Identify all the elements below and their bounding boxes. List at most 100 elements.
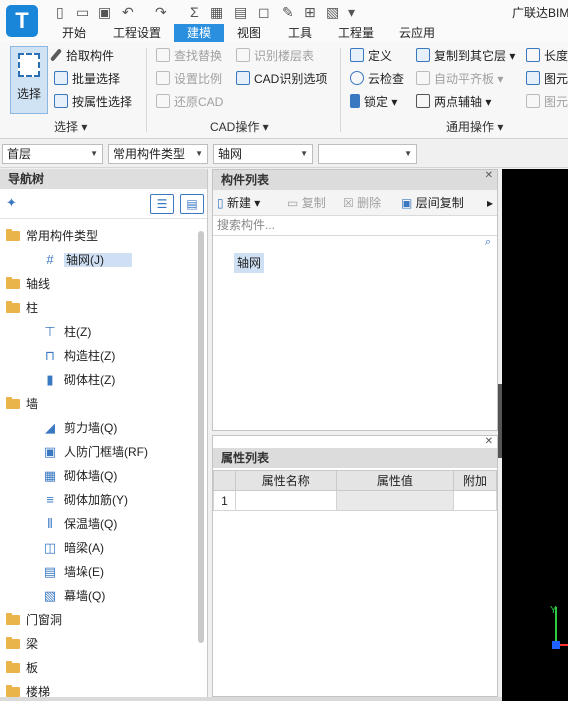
- length-button[interactable]: 长度: [526, 46, 568, 66]
- find-replace-button[interactable]: 查找替换: [156, 46, 222, 66]
- component-select[interactable]: 轴网 ▼: [213, 144, 313, 164]
- ruler-icon[interactable]: ◻: [258, 3, 270, 21]
- copy-to-other-floor-button[interactable]: 复制到其它层 ▾: [416, 46, 515, 66]
- tree-label: 砌体加筋(Y): [64, 493, 128, 507]
- tab-quantity[interactable]: 工程量: [332, 24, 380, 42]
- copy-icon: ▭: [287, 196, 299, 210]
- lock-button[interactable]: 锁定 ▾: [350, 92, 397, 112]
- export-icon[interactable]: ▧: [326, 3, 339, 21]
- floor-copy-button[interactable]: ▣ 层间复制: [401, 194, 464, 212]
- redo-icon[interactable]: ↷: [155, 3, 167, 21]
- floor-select[interactable]: 首层 ▼: [2, 144, 103, 164]
- tree-item[interactable]: ▣ 人防门框墙(RF): [42, 441, 148, 463]
- drawing-canvas[interactable]: Y: [502, 169, 568, 701]
- copy-button[interactable]: ▭ 复制: [287, 194, 326, 212]
- save-icon[interactable]: ▣: [98, 3, 111, 21]
- cad-options-button[interactable]: CAD识别选项: [236, 69, 327, 89]
- cloud-check-button[interactable]: 云检查: [350, 69, 404, 89]
- close-icon[interactable]: ✕: [485, 436, 493, 448]
- scale-icon: [156, 71, 170, 85]
- sparkle-icon[interactable]: ✦: [6, 195, 17, 211]
- table-cell[interactable]: [335, 490, 455, 511]
- element-filter-button[interactable]: 图元: [526, 92, 568, 112]
- component-icon: ▮: [46, 372, 54, 387]
- search-icon[interactable]: ⌕: [485, 236, 491, 249]
- tree-folder[interactable]: 轴线: [6, 273, 50, 295]
- element-button[interactable]: 图元: [526, 69, 568, 89]
- table-cell[interactable]: [453, 490, 497, 511]
- set-scale-button[interactable]: 设置比例: [156, 69, 222, 89]
- y-axis-label: Y: [550, 605, 557, 616]
- selector-toolbar: 首层 ▼ 常用构件类型 ▼ 轴网 ▼ ▼: [0, 140, 568, 168]
- select-by-attribute-button[interactable]: 按属性选择: [54, 92, 132, 112]
- pick-component-button[interactable]: 拾取构件: [49, 46, 114, 66]
- more-icon[interactable]: ▸: [487, 194, 493, 212]
- tree-label: 板: [26, 661, 39, 675]
- tab-tools[interactable]: 工具: [280, 24, 320, 42]
- list-view-icon[interactable]: ☰: [150, 194, 174, 214]
- tree-item[interactable]: ◫ 暗梁(A): [42, 537, 104, 559]
- restore-cad-button[interactable]: 还原CAD: [156, 92, 223, 112]
- list-item[interactable]: 轴网: [234, 253, 265, 273]
- delete-button[interactable]: ☒ 删除: [343, 194, 381, 212]
- table-header: 属性值: [335, 470, 455, 491]
- tree-label: 砌体墙(Q): [64, 469, 118, 483]
- select-group-label[interactable]: 选择 ▾: [54, 118, 87, 135]
- tree-item[interactable]: ◢ 剪力墙(Q): [42, 417, 117, 439]
- undo-icon[interactable]: ↶: [122, 3, 134, 21]
- new-button[interactable]: ▯ 新建 ▾: [217, 194, 260, 212]
- table-icon[interactable]: ⊞: [304, 3, 316, 21]
- empty-select[interactable]: ▼: [318, 144, 417, 164]
- select-icon: [18, 53, 40, 77]
- identify-floor-table-button[interactable]: 识别楼层表: [236, 46, 314, 66]
- tree-item[interactable]: # 轴网(J): [42, 249, 132, 271]
- tree-item[interactable]: ⫴ 保温墙(Q): [42, 513, 117, 535]
- tree-folder[interactable]: 梁: [6, 633, 38, 655]
- tree-item[interactable]: ≡ 砌体加筋(Y): [42, 489, 128, 511]
- tab-start[interactable]: 开始: [54, 24, 94, 42]
- tree-folder[interactable]: 常用构件类型: [6, 225, 98, 247]
- new-file-icon[interactable]: ▯: [56, 3, 64, 21]
- tree-folder[interactable]: 板: [6, 657, 38, 679]
- tree-folder[interactable]: 门窗洞: [6, 609, 62, 631]
- two-point-axis-button[interactable]: 两点辅轴 ▾: [416, 92, 491, 112]
- tab-modeling[interactable]: 建模: [174, 24, 224, 42]
- tree-folder[interactable]: 墙: [6, 393, 38, 415]
- open-folder-icon[interactable]: ▭: [76, 3, 89, 21]
- tree-label: 剪力墙(Q): [64, 421, 118, 435]
- tree-item[interactable]: ▮ 砌体柱(Z): [42, 369, 115, 391]
- auto-level-slab-button[interactable]: 自动平齐板 ▾: [416, 69, 503, 89]
- panel-view-icon[interactable]: ▤: [180, 194, 204, 214]
- report-icon[interactable]: ▤: [234, 3, 247, 21]
- component-type-select[interactable]: 常用构件类型 ▼: [108, 144, 208, 164]
- grid-icon[interactable]: ▦: [210, 3, 223, 21]
- table-header: 属性名称: [234, 470, 337, 491]
- batch-select-button[interactable]: 批量选择: [54, 69, 120, 89]
- app-logo[interactable]: T: [6, 5, 38, 37]
- tree-item[interactable]: ⊓ 构造柱(Z): [42, 345, 115, 367]
- search-input[interactable]: 搜索构件...: [213, 216, 497, 236]
- tree-item[interactable]: ▦ 砌体墙(Q): [42, 465, 117, 487]
- table-row[interactable]: 1: [213, 490, 497, 511]
- close-icon[interactable]: ✕: [485, 170, 493, 182]
- tree-item[interactable]: ▧ 幕墙(Q): [42, 585, 105, 607]
- folder-icon: [6, 613, 20, 625]
- define-button[interactable]: 定义: [350, 46, 392, 66]
- table-cell[interactable]: [234, 490, 337, 511]
- edit-icon[interactable]: ✎: [282, 3, 294, 21]
- select-button[interactable]: 选择: [10, 46, 48, 114]
- sum-icon[interactable]: Σ: [190, 3, 199, 21]
- nav-scrollbar[interactable]: [198, 231, 204, 643]
- tab-cloud[interactable]: 云应用: [392, 24, 442, 42]
- chevron-down-icon: ▼: [90, 149, 98, 158]
- cad-group-label[interactable]: CAD操作 ▾: [210, 118, 269, 135]
- tab-project-settings[interactable]: 工程设置: [108, 24, 166, 42]
- tree-item[interactable]: ▤ 墙垛(E): [42, 561, 104, 583]
- customize-icon[interactable]: ▾: [348, 3, 355, 21]
- table-header: 附加: [453, 470, 497, 491]
- tree-item[interactable]: ⊤ 柱(Z): [42, 321, 91, 343]
- tree-folder[interactable]: 柱: [6, 297, 38, 319]
- general-group-label[interactable]: 通用操作 ▾: [446, 118, 503, 135]
- level-icon: [416, 71, 430, 85]
- tab-view[interactable]: 视图: [230, 24, 268, 42]
